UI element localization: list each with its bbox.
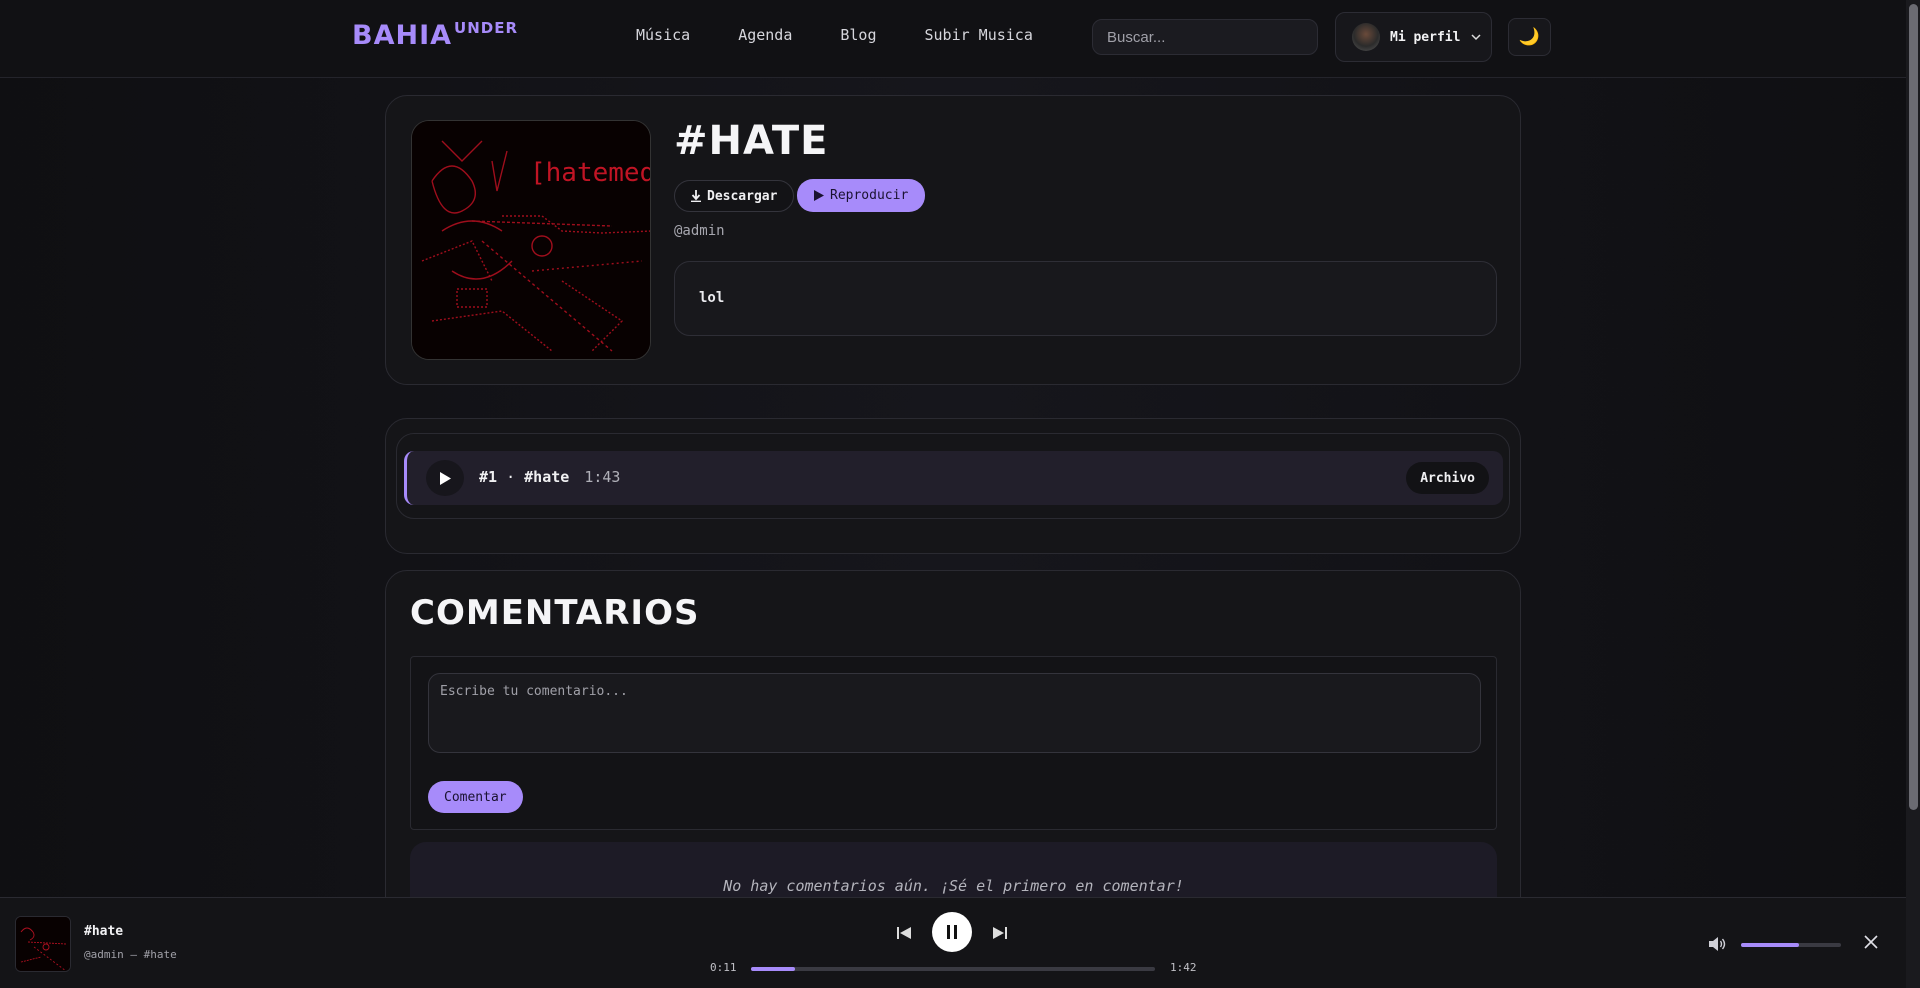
header: BAHIA UNDER Música Agenda Blog Subir Mus… bbox=[0, 0, 1906, 78]
skip-back-icon[interactable] bbox=[895, 924, 913, 942]
scrollbar-thumb[interactable] bbox=[1909, 4, 1918, 810]
track-play-button[interactable] bbox=[426, 460, 464, 496]
play-label: Reproducir bbox=[830, 188, 909, 203]
pause-icon bbox=[947, 925, 957, 939]
comment-form: Comentar bbox=[410, 656, 1497, 830]
skip-forward-icon[interactable] bbox=[991, 924, 1009, 942]
player-subtitle: @admin — #hate bbox=[84, 948, 177, 961]
comments-title: COMENTARIOS bbox=[410, 593, 700, 633]
tracklist-card: #1 · #hate 1:43 Archivo bbox=[385, 418, 1521, 554]
play-song-button[interactable]: Reproducir bbox=[797, 179, 926, 212]
search-input[interactable] bbox=[1092, 19, 1318, 55]
moon-icon: 🌙 bbox=[1518, 27, 1541, 47]
cover-art-text: [hatemed bbox=[530, 158, 651, 188]
pause-button[interactable] bbox=[932, 912, 972, 952]
nav-musica[interactable]: Música bbox=[636, 26, 690, 44]
theme-toggle-button[interactable]: 🌙 bbox=[1508, 18, 1551, 56]
profile-menu-button[interactable]: Mi perfil bbox=[1335, 12, 1492, 62]
player-title: #hate bbox=[84, 924, 124, 939]
profile-label: Mi perfil bbox=[1390, 29, 1461, 45]
volume-fill bbox=[1741, 943, 1799, 947]
close-icon[interactable] bbox=[1863, 934, 1879, 950]
download-button[interactable]: Descargar bbox=[674, 180, 795, 212]
submit-comment-button[interactable]: Comentar bbox=[428, 781, 523, 813]
logo-main: BAHIA bbox=[352, 20, 453, 51]
song-description: lol bbox=[674, 261, 1497, 336]
logo-sup: UNDER bbox=[454, 19, 518, 37]
track-file-button[interactable]: Archivo bbox=[1406, 462, 1489, 494]
player-cover-image bbox=[16, 917, 70, 971]
nav-agenda[interactable]: Agenda bbox=[738, 26, 792, 44]
logo[interactable]: BAHIA UNDER bbox=[352, 20, 518, 52]
player-bar: #hate @admin — #hate 0:11 1:42 bbox=[0, 897, 1906, 988]
player-current-time: 0:11 bbox=[710, 961, 737, 974]
scrollbar[interactable] bbox=[1906, 0, 1920, 988]
play-icon bbox=[814, 190, 824, 201]
cover-art-image: [hatemed bbox=[412, 121, 651, 359]
track-row[interactable]: #1 · #hate 1:43 Archivo bbox=[404, 451, 1503, 505]
song-card: [hatemed #HATE Descargar Reproducir @adm… bbox=[385, 95, 1521, 385]
player-progress-fill bbox=[751, 967, 796, 971]
play-icon bbox=[440, 471, 451, 485]
song-author[interactable]: @admin bbox=[674, 223, 725, 239]
volume-icon[interactable] bbox=[1708, 936, 1726, 952]
volume-slider[interactable] bbox=[1741, 943, 1841, 947]
song-title: #HATE bbox=[674, 118, 829, 164]
nav-subir-musica[interactable]: Subir Musica bbox=[925, 26, 1033, 44]
track-name: #hate bbox=[524, 468, 570, 486]
download-icon bbox=[691, 190, 701, 202]
main-nav: Música Agenda Blog Subir Musica bbox=[636, 26, 1081, 44]
track-number: #1 bbox=[479, 468, 498, 486]
player-cover bbox=[15, 916, 71, 972]
chevron-down-icon bbox=[1471, 34, 1481, 41]
nav-blog[interactable]: Blog bbox=[840, 26, 876, 44]
track-duration: 1:43 bbox=[584, 468, 621, 486]
player-total-time: 1:42 bbox=[1170, 961, 1197, 974]
track-info: #1 · #hate 1:43 bbox=[479, 468, 620, 486]
player-progress-bar[interactable] bbox=[751, 967, 1155, 971]
download-label: Descargar bbox=[707, 188, 778, 204]
cover-art: [hatemed bbox=[411, 120, 651, 360]
comment-textarea[interactable] bbox=[428, 673, 1481, 753]
track-separator: · bbox=[506, 468, 516, 486]
avatar bbox=[1352, 23, 1380, 51]
